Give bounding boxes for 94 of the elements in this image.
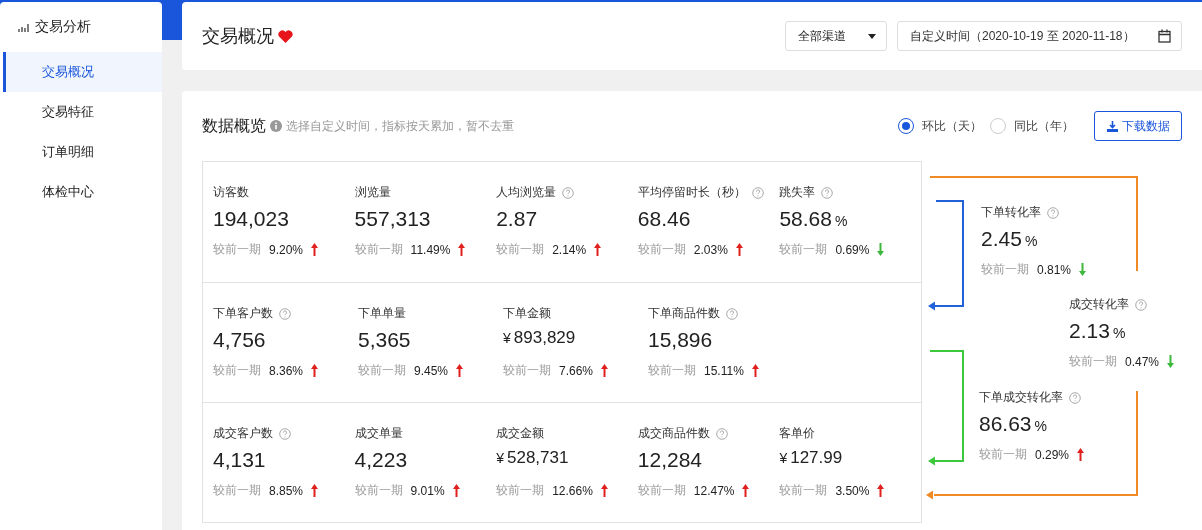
compare-label: 较前一期 <box>213 482 261 499</box>
heart-icon <box>278 29 293 43</box>
metric-label: 访客数 <box>213 184 249 201</box>
change-value: 9.20% <box>269 242 304 257</box>
compare-label: 较前一期 <box>637 241 686 258</box>
channel-select[interactable]: 全部渠道 <box>785 21 887 51</box>
metric-label: 成交金额 <box>496 425 545 442</box>
metric-value: 2.45 <box>981 227 1022 251</box>
percent-sign: % <box>1112 325 1126 341</box>
change-value: 11.49% <box>410 242 451 257</box>
compare-label: 较前一期 <box>981 261 1029 278</box>
compare-label: 较前一期 <box>1069 353 1117 370</box>
compare-label: 较前一期 <box>503 362 551 379</box>
change-value: 0.29% <box>1035 447 1070 462</box>
compare-radio[interactable]: 环比（天） <box>898 117 982 135</box>
metric-label: 浏览量 <box>354 184 391 201</box>
metric-label: 平均停留时长（秒） <box>637 184 746 201</box>
metric-label: 下单成交转化率 <box>979 389 1063 406</box>
compare-radio[interactable]: 同比（年） <box>990 117 1074 135</box>
change-value: 12.47% <box>693 483 735 498</box>
change-value: 12.66% <box>552 483 593 498</box>
metric-value: 15,896 <box>648 328 713 352</box>
date-range-field[interactable]: 自定义时间（2020-10-19 至 2020-11-18） <box>897 21 1182 51</box>
change-value: 2.14% <box>552 242 587 257</box>
section-title: 数据概览 <box>202 115 266 136</box>
calendar-icon <box>1158 29 1171 43</box>
metric-label: 客单价 <box>779 425 816 442</box>
metric-label: 成交单量 <box>354 425 403 442</box>
change-value: 15.11% <box>704 363 744 378</box>
change-value: 0.69% <box>835 242 870 257</box>
compare-label: 较前一期 <box>779 241 828 258</box>
metric-value: 528,731 <box>507 448 569 468</box>
caret-icon <box>868 33 876 39</box>
sidebar-item[interactable]: 订单明细 <box>3 132 162 172</box>
compare-label: 较前一期 <box>358 362 406 379</box>
metric-label: 成交客户数 <box>213 425 273 442</box>
metric-label: 跳失率 <box>779 184 816 201</box>
metric-value: 68.46 <box>637 207 691 231</box>
change-value: 0.47% <box>1125 354 1160 369</box>
metric-value: 4,756 <box>213 328 266 352</box>
currency-sign: ¥ <box>503 330 511 346</box>
metric-value: 4,131 <box>213 448 266 472</box>
compare-label: 较前一期 <box>213 362 261 379</box>
sidebar-title: 交易分析 <box>35 18 91 36</box>
metric-value: 127.99 <box>790 448 843 468</box>
metric-label: 成交转化率 <box>1069 296 1129 313</box>
metric-label: 下单转化率 <box>981 204 1041 221</box>
compare-label: 较前一期 <box>496 241 545 258</box>
change-value: 8.36% <box>269 363 304 378</box>
compare-label: 较前一期 <box>637 482 686 499</box>
metric-label: 下单单量 <box>358 305 406 322</box>
percent-sign: % <box>834 213 848 229</box>
change-value: 2.03% <box>693 242 728 257</box>
sidebar-item[interactable]: 体检中心 <box>3 172 162 212</box>
change-value: 9.01% <box>410 483 445 498</box>
compare-label: 较前一期 <box>496 482 545 499</box>
metric-value: 2.87 <box>496 207 538 231</box>
sidebar-item[interactable]: 交易特征 <box>3 92 162 132</box>
compare-label: 较前一期 <box>354 241 403 258</box>
metric-value: 5,365 <box>358 328 411 352</box>
compare-label: 较前一期 <box>648 362 696 379</box>
percent-sign: % <box>1024 233 1038 249</box>
change-value: 7.66% <box>559 363 594 378</box>
compare-label: 较前一期 <box>979 446 1027 463</box>
chart-icon <box>18 22 30 32</box>
metric-value: 4,223 <box>354 448 408 472</box>
compare-label: 较前一期 <box>354 482 403 499</box>
currency-sign: ¥ <box>779 450 788 466</box>
change-value: 0.81% <box>1037 262 1072 277</box>
metric-label: 人均浏览量 <box>496 184 557 201</box>
metric-label: 下单金额 <box>503 305 551 322</box>
page-title: 交易概况 <box>202 25 274 48</box>
metric-value: 194,023 <box>213 207 289 231</box>
percent-sign: % <box>1034 418 1047 434</box>
currency-sign: ¥ <box>496 450 504 466</box>
metric-value: 86.63 <box>979 412 1032 436</box>
change-value: 8.85% <box>269 483 304 498</box>
download-button[interactable]: 下载数据 <box>1094 111 1182 141</box>
metric-label: 下单商品件数 <box>648 305 720 322</box>
compare-label: 较前一期 <box>779 482 828 499</box>
change-value: 9.45% <box>414 363 449 378</box>
info-icon <box>270 120 282 132</box>
change-value: 3.50% <box>835 483 870 498</box>
download-icon <box>1106 120 1118 132</box>
metric-value: 557,313 <box>354 207 431 231</box>
compare-label: 较前一期 <box>213 241 261 258</box>
metric-label: 下单客户数 <box>213 305 273 322</box>
metric-value: 893,829 <box>513 328 576 348</box>
metric-value: 58.68 <box>779 207 832 231</box>
hint-text: 选择自定义时间，指标按天累加，暂不去重 <box>286 117 514 135</box>
metric-value: 12,284 <box>637 448 702 472</box>
metric-value: 2.13 <box>1069 319 1110 343</box>
sidebar-item[interactable]: 交易概况 <box>3 52 162 92</box>
metric-label: 成交商品件数 <box>637 425 710 442</box>
